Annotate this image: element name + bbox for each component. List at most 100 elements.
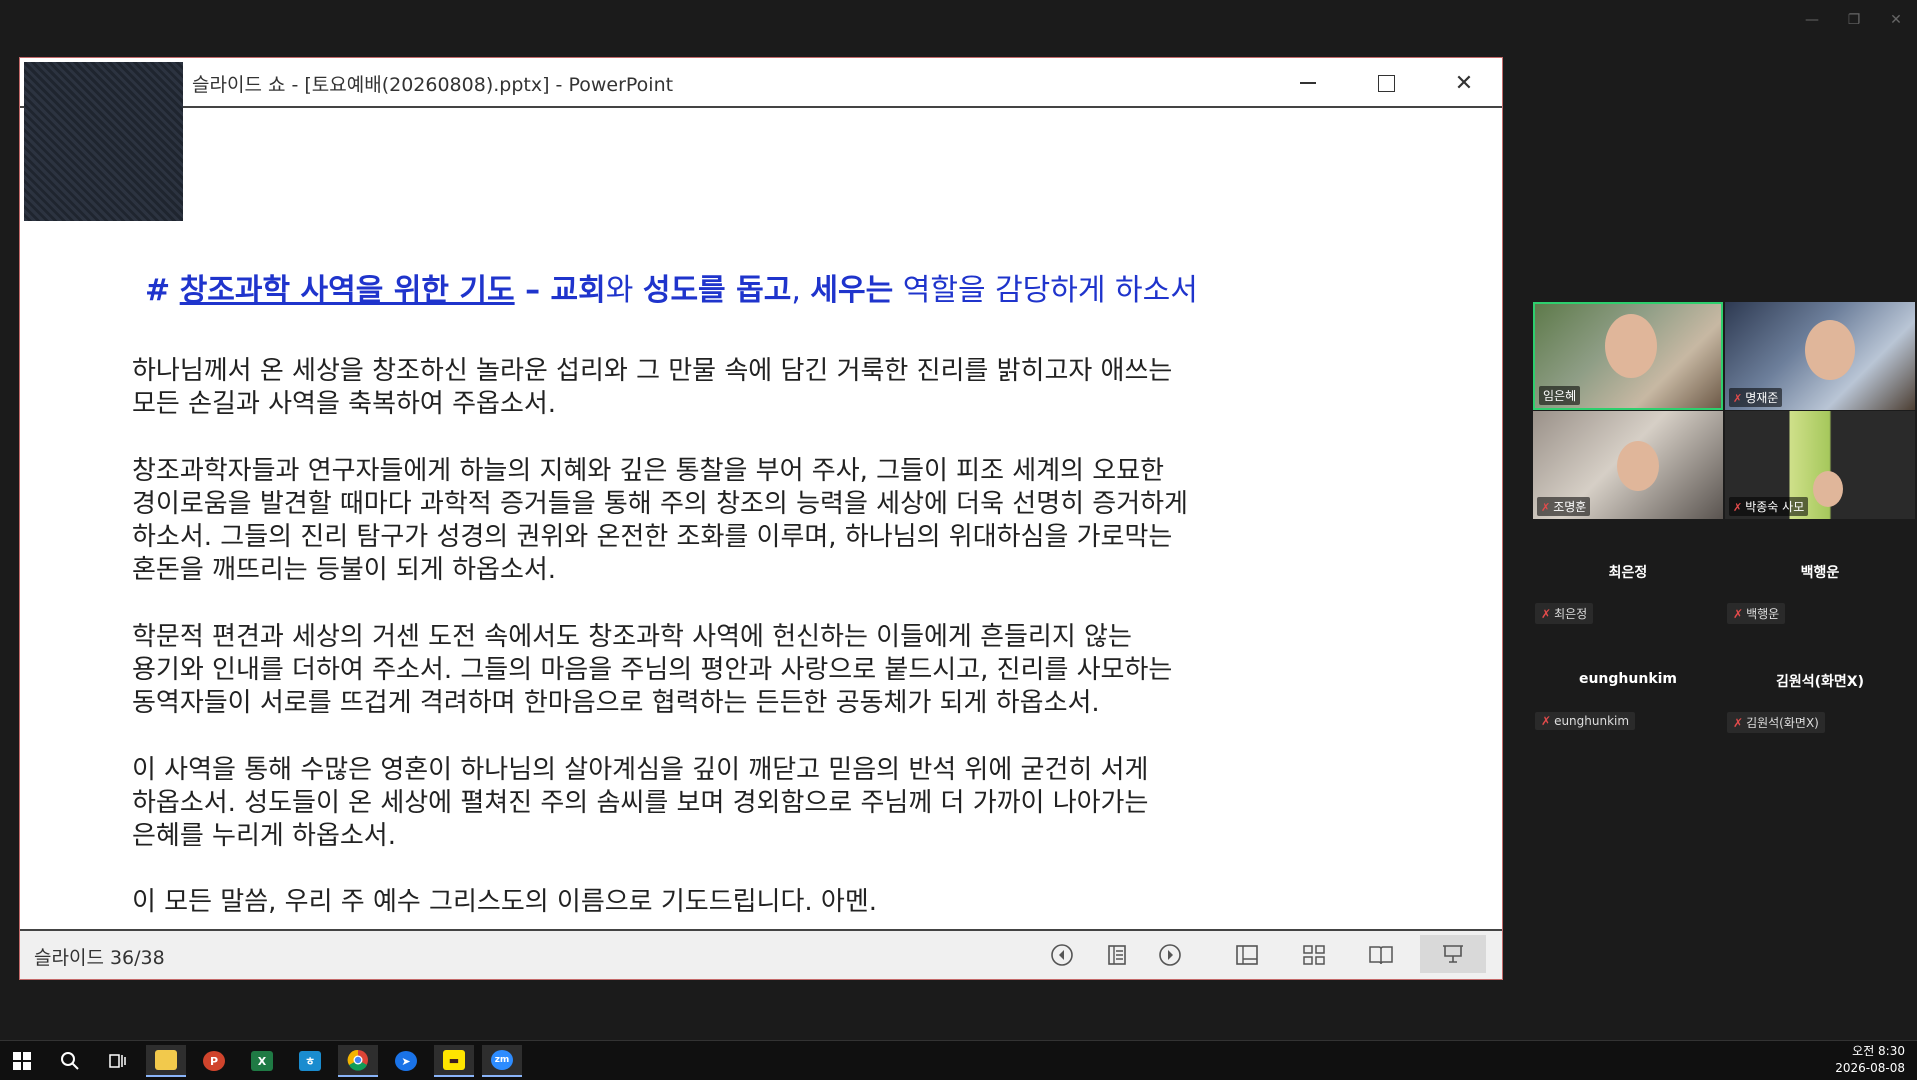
heading-comma: , xyxy=(791,273,811,308)
chrome-icon xyxy=(347,1049,368,1071)
video-tile[interactable]: ✗ 박종숙 사모 xyxy=(1725,411,1915,519)
participant-avatar xyxy=(1617,441,1659,491)
participant-tag: ✗ 최은정 xyxy=(1535,603,1594,624)
participant-name-large[interactable]: eunghunkim xyxy=(1533,671,1723,687)
hancom-icon: ㅎ xyxy=(299,1051,321,1071)
mic-muted-icon: ✗ xyxy=(1541,714,1552,728)
folder-icon xyxy=(155,1050,177,1070)
paragraph-line: 창조과학자들과 연구자들에게 하늘의 지혜와 깊은 통찰을 부어 주사, 그들이… xyxy=(132,456,1165,486)
search-icon xyxy=(61,1052,79,1070)
paragraph-line: 이 모든 말씀, 우리 주 예수 그리스도의 이름으로 기도드립니다. 아멘. xyxy=(132,887,878,917)
powerpoint-titlebar: 슬라이드 쇼 - [토요예배(20260808).pptx] - PowerPo… xyxy=(20,58,1502,108)
excel-button[interactable]: X xyxy=(242,1045,282,1077)
book-icon xyxy=(1369,946,1393,965)
excel-icon: X xyxy=(251,1051,273,1071)
participant-name: ✗ 박종숙 사모 xyxy=(1729,497,1809,516)
mic-muted-icon: ✗ xyxy=(1733,501,1743,514)
paragraph-line: 혼돈을 깨뜨리는 등불이 되게 하옵소서. xyxy=(132,555,557,585)
zoom-button[interactable]: zm xyxy=(482,1045,522,1077)
normal-view-button[interactable] xyxy=(1232,940,1262,970)
paragraph-line: 이 사역을 통해 수많은 영혼이 하나님의 살아계심을 깊이 깨닫고 믿음의 반… xyxy=(132,755,1149,785)
heading-word-build: 세우는 xyxy=(810,273,894,308)
windows-start-button[interactable] xyxy=(2,1045,42,1077)
notes-button[interactable] xyxy=(1102,940,1132,970)
notes-icon xyxy=(1108,945,1126,965)
participant-tag: ✗ 백행운 xyxy=(1727,603,1786,624)
paragraph-line: 하옵소서. 성도들이 온 세상에 펼쳐진 주의 솜씨를 보며 경외함으로 주님께… xyxy=(132,788,1149,818)
slide-canvas: # 창조과학 사역을 위한 기도 – 교회와 성도를 돕고, 세우는 역할을 감… xyxy=(20,110,1502,927)
mic-muted-icon: ✗ xyxy=(1541,607,1552,621)
maximize-button[interactable] xyxy=(1366,66,1406,100)
clock-time: 오전 8:30 xyxy=(1852,1044,1905,1058)
paragraph-1: 하나님께서 온 세상을 창조하신 놀라운 섭리와 그 만물 속에 담긴 거룩한 … xyxy=(132,355,1172,421)
participant-tag: ✗ 김원석(화면X) xyxy=(1727,712,1825,733)
minimize-icon[interactable]: — xyxy=(1805,12,1819,28)
hancom-button[interactable]: ㅎ xyxy=(290,1045,330,1077)
screen-share-overlay xyxy=(24,62,183,221)
slide-counter: 슬라이드 36/38 xyxy=(34,947,165,969)
task-view-button[interactable] xyxy=(98,1045,138,1077)
taskbar: P X ㅎ ➤ ▬ zm 오전 8:30 2026-08-08 xyxy=(0,1040,1917,1080)
heading-word-and: 와 xyxy=(605,273,643,308)
participant-tag: ✗ eunghunkim xyxy=(1535,712,1636,730)
video-tile[interactable]: ✗ 조명훈 xyxy=(1533,411,1723,519)
paragraph-line: 경이로움을 발견할 때마다 과학적 증거들을 통해 주의 창조의 능력을 세상에… xyxy=(132,489,1188,519)
previous-slide-button[interactable] xyxy=(1047,940,1077,970)
system-clock[interactable]: 오전 8:30 2026-08-08 xyxy=(1835,1043,1905,1077)
mic-muted-icon: ✗ xyxy=(1541,501,1551,514)
close-icon[interactable]: ✕ xyxy=(1889,12,1903,28)
participant-name-large[interactable]: 최은정 xyxy=(1533,562,1723,582)
heading-underlined: 창조과학 사역을 위한 기도 xyxy=(179,273,515,308)
heading-word-role: 역할을 감당하게 하소서 xyxy=(893,273,1198,308)
paragraph-line: 동역자들이 서로를 뜨겁게 격려하며 한마음으로 협력하는 든든한 공동체가 되… xyxy=(132,688,1100,718)
arrow-app-icon: ➤ xyxy=(395,1051,417,1071)
video-tile[interactable]: 임은혜 xyxy=(1533,302,1723,410)
reading-view-button[interactable] xyxy=(1366,940,1396,970)
heading-hash: # xyxy=(145,273,171,308)
heading-word-church: 교회 xyxy=(550,273,606,308)
participant-avatar xyxy=(1605,314,1657,378)
restore-icon[interactable]: ❐ xyxy=(1847,12,1861,28)
powerpoint-button[interactable]: P xyxy=(194,1045,234,1077)
paragraph-line: 용기와 인내를 더하여 주소서. 그들의 마음을 주님의 평안과 사랑으로 붙드… xyxy=(132,655,1173,685)
heading-dash: – xyxy=(514,273,551,308)
search-button[interactable] xyxy=(50,1045,90,1077)
kakaotalk-button[interactable]: ▬ xyxy=(434,1045,474,1077)
paragraph-5: 이 모든 말씀, 우리 주 예수 그리스도의 이름으로 기도드립니다. 아멘. xyxy=(132,886,877,919)
paragraph-line: 모든 손길과 사역을 축복하여 주옵소서. xyxy=(132,389,557,419)
participant-name: 임은혜 xyxy=(1539,386,1581,405)
minimize-button[interactable] xyxy=(1288,66,1328,100)
file-explorer-button[interactable] xyxy=(146,1045,186,1077)
powerpoint-icon: P xyxy=(203,1051,225,1071)
normal-view-icon xyxy=(1236,945,1258,965)
slideshow-statusbar: 슬라이드 36/38 xyxy=(20,929,1502,979)
slideshow-view-button[interactable] xyxy=(1420,935,1486,973)
mic-muted-icon: ✗ xyxy=(1733,607,1744,621)
zoom-window-controls: — ❐ ✕ xyxy=(1805,12,1903,28)
chrome-button[interactable] xyxy=(338,1045,378,1077)
heading-word-help: 성도를 돕고 xyxy=(642,273,792,308)
paragraph-line: 학문적 편견과 세상의 거센 도전 속에서도 창조과학 사역에 헌신하는 이들에… xyxy=(132,622,1132,652)
mic-muted-icon: ✗ xyxy=(1733,392,1743,405)
close-button[interactable]: ✕ xyxy=(1444,66,1484,100)
paragraph-line: 은혜를 누리게 하옵소서. xyxy=(132,821,396,851)
zoom-icon: zm xyxy=(491,1050,513,1070)
slide-heading: # 창조과학 사역을 위한 기도 – 교회와 성도를 돕고, 세우는 역할을 감… xyxy=(145,265,1198,309)
participant-name: ✗ 명재준 xyxy=(1729,388,1783,407)
paragraph-3: 학문적 편견과 세상의 거센 도전 속에서도 창조과학 사역에 헌신하는 이들에… xyxy=(132,621,1172,720)
participant-avatar xyxy=(1805,320,1855,380)
windows-icon xyxy=(13,1052,31,1070)
paragraph-line: 하소서. 그들의 진리 탐구가 성경의 권위와 온전한 조화를 이루며, 하나님… xyxy=(132,522,1173,552)
next-slide-button[interactable] xyxy=(1155,940,1185,970)
presentation-icon xyxy=(1443,945,1463,963)
slide-sorter-button[interactable] xyxy=(1299,940,1329,970)
participant-name: ✗ 조명훈 xyxy=(1537,497,1591,516)
grid-icon xyxy=(1303,945,1325,965)
video-tile[interactable]: ✗ 명재준 xyxy=(1725,302,1915,410)
kakaotalk-icon: ▬ xyxy=(443,1050,465,1070)
app-arrow-button[interactable]: ➤ xyxy=(386,1045,426,1077)
chevron-right-icon xyxy=(1159,944,1181,966)
window-title: 슬라이드 쇼 - [토요예배(20260808).pptx] - PowerPo… xyxy=(192,74,674,96)
participant-name-large[interactable]: 백행운 xyxy=(1725,562,1915,582)
participant-name-large[interactable]: 김원석(화면X) xyxy=(1725,671,1915,691)
